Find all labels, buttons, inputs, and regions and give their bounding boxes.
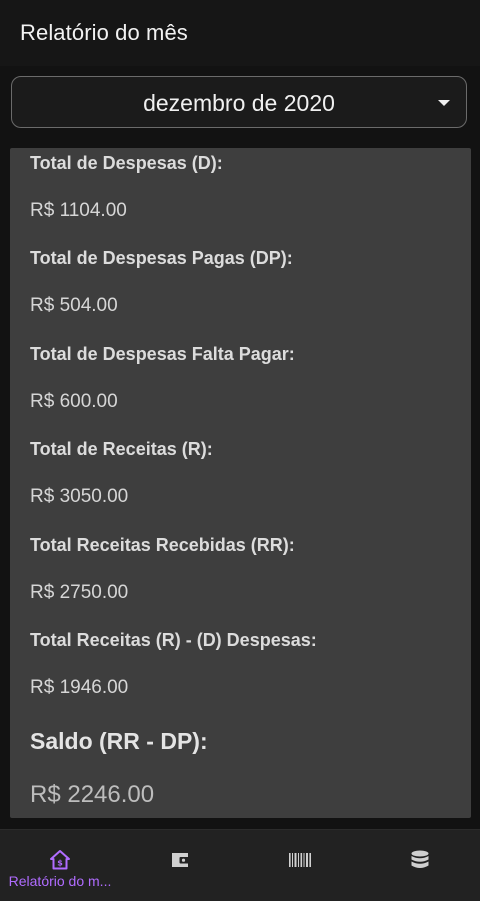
home-icon: $ bbox=[48, 848, 72, 872]
chevron-down-icon bbox=[438, 100, 450, 106]
receitas-recebidas-value: R$ 2750.00 bbox=[30, 582, 129, 603]
despesas-falta-pagar-value: R$ 600.00 bbox=[30, 391, 118, 412]
despesas-pagas-label: Total de Despesas Pagas (DP): bbox=[30, 248, 293, 268]
total-despesas-label: Total de Despesas (D): bbox=[30, 153, 223, 173]
wallet-icon bbox=[168, 848, 192, 872]
database-icon bbox=[408, 848, 432, 872]
report-card: Total de Despesas (D): R$ 1104.00 Total … bbox=[10, 148, 471, 818]
svg-text:$: $ bbox=[57, 859, 63, 868]
nav-item-barcode[interactable] bbox=[240, 830, 360, 901]
nav-item-database[interactable] bbox=[360, 830, 480, 901]
page-title: Relatório do mês bbox=[20, 20, 188, 45]
barcode-icon bbox=[288, 848, 312, 872]
receitas-menos-despesas-label: Total Receitas (R) - (D) Despesas: bbox=[30, 630, 317, 650]
receitas-recebidas-label: Total Receitas Recebidas (RR): bbox=[30, 535, 295, 555]
saldo-value: R$ 2246.00 bbox=[30, 781, 155, 808]
nav-item-relatorio[interactable]: $ Relatório do m... bbox=[0, 830, 120, 901]
saldo-label: Saldo (RR - DP): bbox=[30, 728, 208, 754]
despesas-falta-pagar-label: Total de Despesas Falta Pagar: bbox=[30, 344, 295, 364]
month-select[interactable]: dezembro de 2020 bbox=[11, 76, 467, 128]
nav-item-wallet[interactable] bbox=[120, 830, 240, 901]
receitas-menos-despesas-value: R$ 1946.00 bbox=[30, 677, 129, 698]
app-bar: Relatório do mês bbox=[0, 0, 480, 66]
total-receitas-value: R$ 3050.00 bbox=[30, 486, 129, 507]
despesas-pagas-value: R$ 504.00 bbox=[30, 295, 118, 316]
total-despesas-value: R$ 1104.00 bbox=[30, 200, 127, 221]
month-select-value: dezembro de 2020 bbox=[143, 90, 335, 116]
bottom-navigation: $ Relatório do m... bbox=[0, 829, 480, 901]
nav-item-relatorio-label: Relatório do m... bbox=[8, 873, 112, 889]
total-receitas-label: Total de Receitas (R): bbox=[30, 439, 213, 459]
